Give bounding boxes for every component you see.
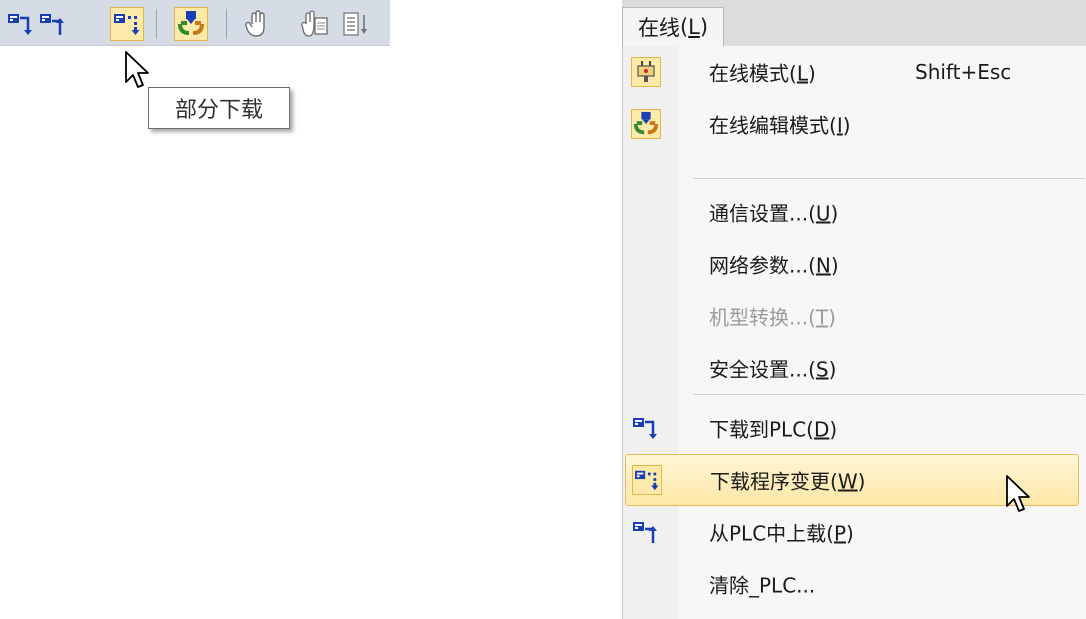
menu-item-label: 通信设置...(U)	[709, 201, 839, 226]
toolbar	[0, 0, 390, 46]
menu-item-network-params[interactable]: 网络参数...(N)	[623, 238, 1085, 290]
hand-page-button[interactable]	[298, 7, 332, 41]
menu-title-online[interactable]: 在线(L)	[622, 7, 724, 46]
upload-from-plc-button[interactable]	[36, 7, 70, 41]
online-edit-mode-icon	[631, 109, 661, 139]
mouse-cursor-icon	[1006, 475, 1030, 512]
hand-icon	[245, 10, 265, 37]
download-to-plc-button[interactable]	[4, 7, 38, 41]
tooltip: 部分下载	[148, 87, 290, 129]
partial-download-icon	[632, 465, 662, 495]
menu-item-label: 在线模式(L)	[709, 61, 816, 86]
mouse-cursor-icon	[125, 51, 149, 88]
hand-button[interactable]	[240, 7, 274, 41]
menu-item-label: 下载程序变更(W)	[710, 469, 866, 494]
download-to-plc-icon	[631, 413, 661, 443]
tooltip-text: 部分下载	[174, 98, 263, 123]
menu-item-clear-plc[interactable]: 清除_PLC...	[623, 558, 1085, 610]
menu-item-label: 从PLC中上载(P)	[709, 521, 854, 546]
menu-title-mnemonic: L	[688, 15, 700, 39]
upload-from-plc-icon	[631, 517, 661, 547]
menu-item-label: 机型转换...(T)	[709, 305, 836, 330]
partial-download-icon	[114, 14, 140, 35]
hand-page-icon	[301, 10, 328, 37]
menu-separator	[693, 178, 1085, 179]
menu-item-label: 网络参数...(N)	[709, 253, 839, 278]
download-to-plc-icon	[8, 14, 32, 35]
menu-item-online-edit-mode[interactable]: 在线编辑模式(I)	[623, 98, 1085, 150]
list-down-button[interactable]	[338, 7, 372, 41]
menu-item-download-to-plc[interactable]: 下载到PLC(D)	[623, 402, 1085, 454]
menu-item-label: 安全设置...(S)	[709, 357, 837, 382]
menu-bar: 在线(L)	[622, 0, 1086, 46]
menu-item-security-settings[interactable]: 安全设置...(S)	[623, 342, 1085, 394]
menu-separator	[693, 394, 1085, 395]
list-down-icon	[343, 12, 367, 36]
menu-item-label: 在线编辑模式(I)	[709, 113, 851, 138]
menu-title-label: 在线	[637, 16, 680, 40]
online-menu: 在线(L) 在线模式(L) Shift+Esc 在线编辑模式(I) 通信设置..…	[622, 0, 1086, 619]
menu-item-label: 清除_PLC...	[709, 573, 816, 598]
menu-item-online-mode[interactable]: 在线模式(L) Shift+Esc	[623, 46, 1085, 98]
menu-item-model-conversion: 机型转换...(T)	[623, 290, 1085, 342]
online-edit-mode-button[interactable]	[174, 7, 208, 41]
upload-from-plc-icon	[40, 14, 64, 35]
menu-item-label: 下载到PLC(D)	[709, 417, 838, 442]
menu-item-shortcut: Shift+Esc	[915, 60, 1012, 84]
toolbar-separator	[226, 9, 227, 39]
menu-item-comm-settings[interactable]: 通信设置...(U)	[623, 186, 1085, 238]
online-edit-mode-icon	[178, 11, 204, 35]
menu-dropdown: 在线模式(L) Shift+Esc 在线编辑模式(I) 通信设置...(U) 网…	[622, 46, 1086, 619]
plug-icon	[631, 57, 661, 87]
toolbar-separator	[156, 9, 157, 39]
partial-download-button[interactable]	[110, 7, 144, 41]
